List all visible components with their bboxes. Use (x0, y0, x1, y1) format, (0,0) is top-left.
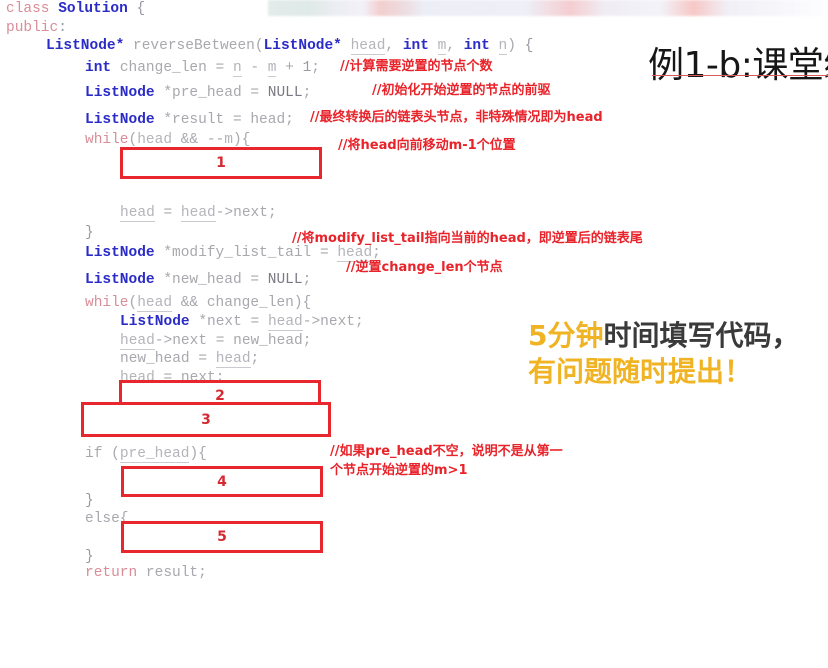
answer-box-1[interactable]: 1 (120, 147, 322, 179)
code-line-21: } (85, 549, 94, 565)
instruction-line-2: 有问题随时提出！ (528, 354, 753, 388)
comment-modify-list-tail: //将modify_list_tail指向当前的head，即逆置后的链表尾 (292, 231, 643, 246)
code-line-12: while(head && change_len){ (85, 295, 312, 312)
title-underline-rule (652, 75, 828, 76)
code-line-22: return result; (85, 565, 207, 581)
code-line-14: head->next = new_head; (120, 333, 312, 350)
instruction-line-1: 5分钟时间填写代码， (528, 318, 800, 354)
answer-box-4-label: 4 (217, 473, 227, 490)
comment-result: //最终转换后的链表头节点，非特殊情况即为head (310, 110, 603, 125)
comment-reverse-len: //逆置change_len个节点 (346, 260, 503, 275)
instruction-duration: 5分钟 (528, 319, 604, 352)
page-title: 例1-b:课堂练习 (648, 45, 828, 86)
comment-pre-head: //初始化开始逆置的节点的前驱 (372, 83, 551, 98)
answer-box-5-label: 5 (217, 529, 227, 545)
code-line-13: ListNode *next = head->next; (120, 314, 364, 331)
answer-box-3-overlay[interactable]: 3 (81, 402, 331, 437)
code-line-11: ListNode *new_head = NULL; (85, 272, 312, 288)
code-line-19: } (85, 493, 94, 509)
slide-canvas: class Solution { public: ListNode* rever… (0, 0, 828, 581)
answer-box-5[interactable]: 5 (121, 521, 323, 553)
instruction-text: 5分钟时间填写代码， 有问题随时提出！ (528, 318, 800, 390)
code-line-7: while(head && --m){ (85, 132, 251, 149)
instruction-line-1-rest: 时间填写代码， (603, 319, 800, 352)
answer-box-3-overlay-label: 3 (201, 411, 211, 428)
code-line-3: ListNode* reverseBetween(ListNode* head,… (46, 38, 534, 55)
comment-pre-head-check: //如果pre_head不空，说明不是从第一 个节点开始逆置的m>1 (330, 444, 563, 478)
code-line-6: ListNode *result = head; (85, 112, 294, 128)
code-line-15: new_head = head; (120, 351, 260, 368)
code-line-2: public: (6, 20, 67, 36)
code-line-9: } (85, 225, 94, 241)
comment-move-head: //将head向前移动m-1个位置 (338, 138, 516, 153)
answer-box-1-label: 1 (216, 155, 226, 171)
code-line-4: int change_len = n - m + 1; (85, 60, 320, 77)
code-line-8: head = head->next; (120, 205, 277, 222)
code-line-1: class Solution { (6, 1, 146, 17)
answer-box-4[interactable]: 4 (121, 466, 323, 497)
code-line-18: if (pre_head){ (85, 446, 207, 463)
comment-change-len: //计算需要逆置的节点个数 (340, 59, 493, 74)
code-line-5: ListNode *pre_head = NULL; (85, 85, 312, 101)
